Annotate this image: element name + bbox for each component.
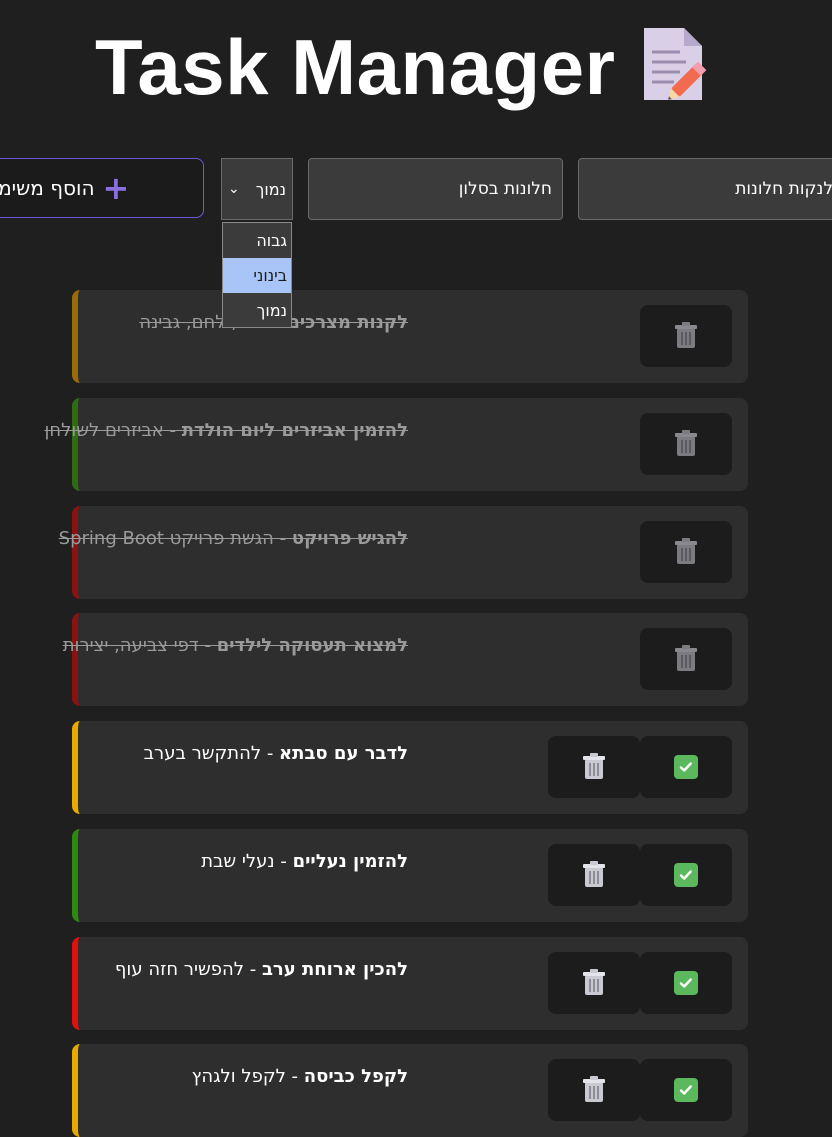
task-title: להזמין אביזרים ליום הולדת: [181, 420, 408, 441]
task-text: לקפל כביסה - לקפל ולגהץ: [192, 1066, 408, 1087]
priority-option-medium[interactable]: בינוני: [223, 258, 291, 293]
check-icon: [674, 755, 698, 779]
trash-icon: [675, 322, 697, 348]
trash-icon: [583, 1076, 605, 1102]
task-item: להכין ארוחת ערב - להפשיר חזה עוף: [72, 937, 748, 1030]
priority-select[interactable]: ⌄ נמוך: [221, 158, 293, 220]
delete-button[interactable]: [548, 952, 640, 1014]
check-icon: [674, 971, 698, 995]
delete-button[interactable]: [548, 844, 640, 906]
task-title: לקפל כביסה: [303, 1066, 408, 1087]
delete-button[interactable]: [640, 413, 732, 475]
delete-button[interactable]: [548, 1059, 640, 1121]
task-item: להגיש פרויקט - הגשת פרויקט Spring Boot: [59, 506, 748, 599]
task-title: להזמין נעליים: [292, 851, 408, 872]
delete-button[interactable]: [640, 521, 732, 583]
task-item: להזמין נעליים - נעלי שבת: [72, 829, 748, 922]
task-separator: -: [273, 528, 292, 549]
trash-icon: [675, 645, 697, 671]
task-text: לדבר עם סבתא - להתקשר בערב: [144, 743, 408, 764]
task-description-input[interactable]: [308, 158, 563, 220]
priority-selected-value: נמוך: [255, 179, 286, 199]
check-icon: [674, 863, 698, 887]
trash-icon: [583, 753, 605, 779]
complete-button[interactable]: [640, 736, 732, 798]
check-icon: [674, 1078, 698, 1102]
trash-icon: [675, 430, 697, 456]
plus-icon: +: [102, 169, 130, 207]
complete-button[interactable]: [640, 1059, 732, 1121]
task-description: אביזרים לשולחן: [44, 420, 164, 441]
task-text: להכין ארוחת ערב - להפשיר חזה עוף: [115, 959, 408, 980]
trash-icon: [583, 861, 605, 887]
task-title: לדבר עם סבתא: [279, 743, 408, 764]
task-separator: -: [163, 420, 182, 441]
task-item: להזמין אביזרים ליום הולדת - אביזרים לשול…: [44, 398, 748, 491]
task-separator: -: [274, 851, 293, 872]
task-description: להפשיר חזה עוף: [114, 959, 244, 980]
add-task-label: הוסף משימה: [0, 176, 95, 200]
delete-button[interactable]: [640, 628, 732, 690]
task-title: לקנות מצרכים: [287, 312, 408, 333]
task-item: למצוא תעסוקה לילדים - דפי צביעה, יצירות: [63, 613, 748, 706]
task-title: למצוא תעסוקה לילדים: [216, 635, 408, 656]
priority-dropdown: גבוה בינוני נמוך: [222, 222, 292, 328]
task-title-input[interactable]: [578, 158, 832, 220]
task-description: הגשת פרויקט Spring Boot: [58, 528, 274, 549]
task-item: לקפל כביסה - לקפל ולגהץ: [72, 1044, 748, 1137]
task-description: נעלי שבת: [201, 851, 275, 872]
task-separator: -: [261, 743, 280, 764]
trash-icon: [583, 969, 605, 995]
task-item: לדבר עם סבתא - להתקשר בערב: [72, 721, 748, 814]
task-separator: -: [198, 635, 217, 656]
delete-button[interactable]: [548, 736, 640, 798]
memo-icon: [644, 28, 707, 100]
delete-button[interactable]: [640, 305, 732, 367]
task-separator: -: [285, 1066, 304, 1087]
task-text: למצוא תעסוקה לילדים - דפי צביעה, יצירות: [63, 635, 408, 656]
task-description: להתקשר בערב: [143, 743, 262, 764]
app-title: Task Manager: [95, 23, 616, 111]
chevron-down-icon: ⌄: [228, 181, 240, 197]
task-text: להזמין נעליים - נעלי שבת: [201, 851, 408, 872]
complete-button[interactable]: [640, 844, 732, 906]
task-text: להגיש פרויקט - הגשת פרויקט Spring Boot: [59, 528, 408, 549]
add-task-button[interactable]: + הוסף משימה: [0, 158, 204, 218]
task-text: להזמין אביזרים ליום הולדת - אביזרים לשול…: [44, 420, 408, 441]
task-description: דפי צביעה, יצירות: [62, 635, 199, 656]
complete-button[interactable]: [640, 952, 732, 1014]
task-description: לקפל ולגהץ: [191, 1066, 286, 1087]
task-title: להכין ארוחת ערב: [261, 959, 408, 980]
trash-icon: [675, 538, 697, 564]
priority-option-low[interactable]: נמוך: [223, 293, 291, 328]
task-title: להגיש פרויקט: [291, 528, 408, 549]
task-separator: -: [243, 959, 262, 980]
task-item: לקנות מצרכים - חלב, לחם, גבינה: [72, 290, 748, 383]
priority-option-high[interactable]: גבוה: [223, 223, 291, 258]
